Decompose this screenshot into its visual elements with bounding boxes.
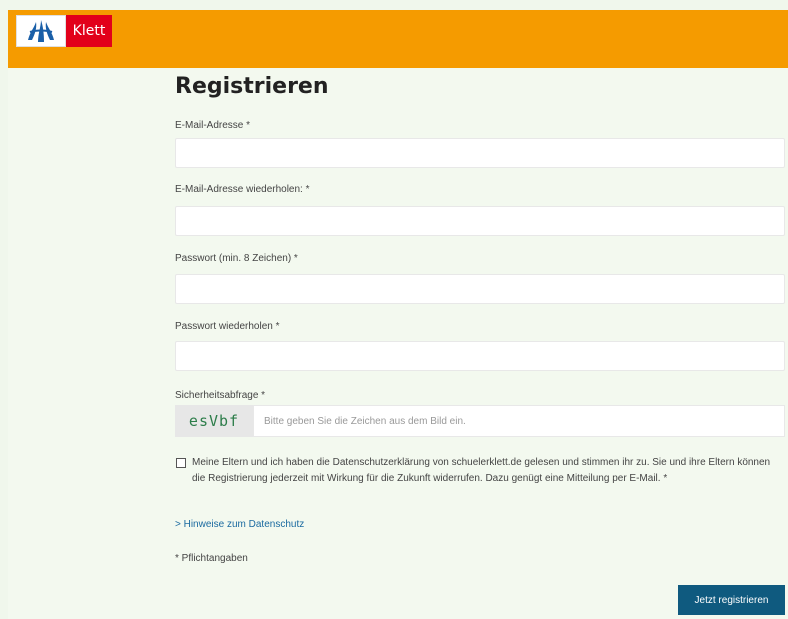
register-button[interactable]: Jetzt registrieren: [678, 585, 785, 615]
password-label: Passwort (min. 8 Zeichen) *: [175, 253, 298, 264]
main-content: Registrieren E-Mail-Adresse * E-Mail-Adr…: [8, 68, 788, 619]
klett-logo[interactable]: Klett: [16, 15, 112, 47]
email-repeat-field[interactable]: [175, 206, 785, 236]
email-label: E-Mail-Adresse *: [175, 120, 251, 131]
captcha-image: esVbf: [175, 405, 253, 437]
password-repeat-field[interactable]: [175, 341, 785, 371]
required-fields-note: * Pflichtangaben: [175, 553, 248, 564]
header-bar: Klett: [8, 10, 788, 68]
klett-emblem-icon: [16, 15, 66, 47]
password-field[interactable]: [175, 274, 785, 304]
captcha-label: Sicherheitsabfrage *: [175, 390, 266, 401]
consent-checkbox[interactable]: [176, 458, 186, 468]
consent-text: Meine Eltern und ich haben die Datenschu…: [192, 457, 771, 484]
email-repeat-label: E-Mail-Adresse wiederholen: *: [175, 184, 310, 195]
brand-name: Klett: [66, 15, 112, 47]
email-field[interactable]: [175, 138, 785, 168]
privacy-info-link[interactable]: > Hinweise zum Datenschutz: [175, 519, 304, 530]
captcha-input[interactable]: [253, 405, 785, 437]
page-title: Registrieren: [175, 74, 329, 99]
password-repeat-label: Passwort wiederholen *: [175, 321, 280, 332]
